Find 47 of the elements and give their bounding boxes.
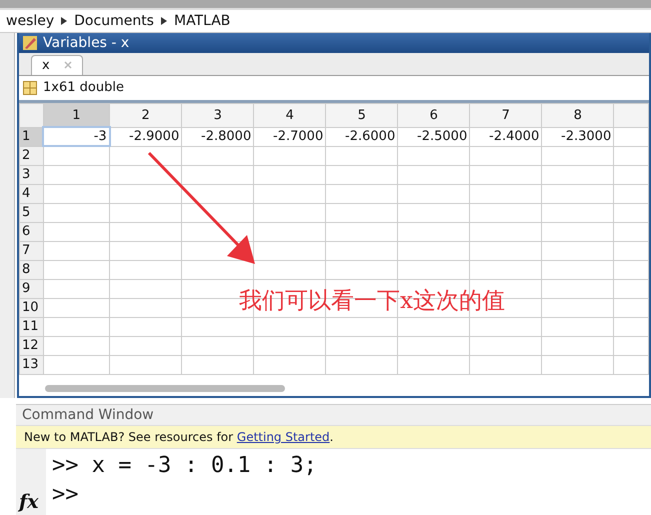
table-cell: -2.3000 [561, 129, 612, 144]
breadcrumb-arrow-icon [61, 16, 68, 25]
grid-icon [23, 80, 37, 95]
row-header[interactable]: 12 [20, 336, 44, 356]
row-header[interactable]: 2 [20, 146, 44, 166]
table-cell: -3 [94, 129, 107, 144]
column-header[interactable]: 1 [43, 103, 110, 128]
command-line: >> x = -3 : 0.1 : 3; [52, 453, 317, 480]
breadcrumb-item[interactable]: MATLAB [174, 12, 230, 29]
variable-size-label: 1x61 double [43, 80, 124, 96]
row-header[interactable]: 8 [20, 260, 44, 280]
breadcrumb-item[interactable]: wesley [6, 12, 54, 29]
getting-started-link[interactable]: Getting Started [236, 430, 330, 444]
command-line: >> [52, 482, 80, 509]
column-header[interactable]: 8 [542, 103, 614, 128]
breadcrumb-item[interactable]: Documents [74, 12, 154, 29]
table-cell: -2.4000 [489, 129, 540, 144]
row-header[interactable]: 5 [20, 203, 44, 222]
scrollbar-thumb[interactable] [45, 385, 285, 392]
row-header[interactable]: 6 [20, 222, 44, 242]
row-header[interactable]: 7 [20, 241, 44, 260]
column-header[interactable]: 7 [470, 103, 542, 128]
annotation-text: 我们可以看一下x这次的值 [239, 286, 505, 316]
table-cell: -2.5000 [417, 129, 468, 144]
row-header[interactable]: 9 [20, 279, 44, 298]
table-cell: -2.6000 [345, 129, 396, 144]
table-cell: -2.7000 [273, 129, 324, 144]
row-header[interactable]: 1 [20, 127, 44, 146]
column-header[interactable]: 2 [110, 103, 182, 128]
window-title: Variables - x [43, 34, 130, 51]
row-header[interactable]: 11 [20, 317, 44, 336]
row-header[interactable]: 4 [20, 184, 44, 204]
close-icon[interactable] [64, 61, 72, 70]
column-header[interactable]: 5 [326, 103, 398, 128]
column-header[interactable]: 3 [182, 103, 254, 128]
panel-title: Command Window [16, 404, 651, 425]
row-header[interactable]: 3 [20, 165, 44, 184]
column-header[interactable]: 4 [254, 103, 326, 128]
pencil-icon [23, 36, 37, 50]
variable-tab[interactable]: x [31, 54, 83, 75]
row-header[interactable]: 10 [20, 298, 44, 318]
table-cell: -2.8000 [201, 129, 252, 144]
notice-text: New to MATLAB? See resources for Getting Started. [24, 430, 334, 444]
row-header[interactable]: 13 [20, 355, 44, 374]
table-cell: -2.9000 [129, 129, 180, 144]
breadcrumb-arrow-icon [160, 16, 167, 25]
column-header[interactable]: 6 [398, 103, 470, 128]
